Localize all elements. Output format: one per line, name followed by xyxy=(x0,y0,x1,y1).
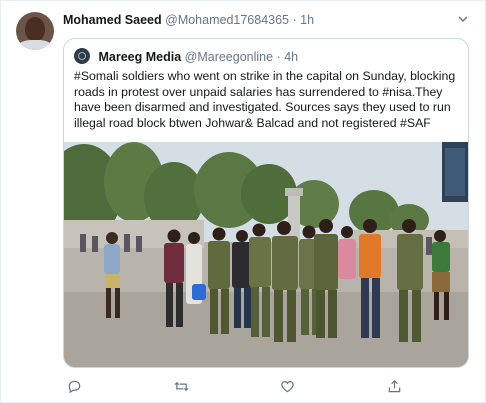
tweet-time[interactable]: 1h xyxy=(300,13,314,27)
avatar-shirt xyxy=(18,40,52,50)
quoted-photo[interactable] xyxy=(64,142,468,367)
quoted-header: Mareeg Media @Mareegonline · 4h xyxy=(74,48,298,64)
quoted-text: #Somali soldiers who went on strike in t… xyxy=(74,69,456,130)
reply-icon[interactable] xyxy=(63,375,85,397)
quoted-time[interactable]: 4h xyxy=(284,50,298,64)
author-avatar[interactable] xyxy=(16,12,54,50)
chevron-down-icon[interactable] xyxy=(456,13,470,27)
author-handle[interactable]: @Mohamed17684365 xyxy=(165,13,289,27)
avatar-face xyxy=(25,17,45,41)
retweet-icon[interactable] xyxy=(170,375,192,397)
tweet-actions xyxy=(63,375,433,397)
tweet-header: Mohamed Saeed @Mohamed17684365 · 1h xyxy=(63,13,314,27)
share-icon[interactable] xyxy=(383,375,405,397)
author-name[interactable]: Mohamed Saeed xyxy=(63,13,162,27)
quoted-separator: · xyxy=(276,50,281,64)
quoted-avatar[interactable] xyxy=(74,48,90,64)
like-icon[interactable] xyxy=(276,375,298,397)
header-separator: · xyxy=(292,13,297,27)
tweet-card[interactable]: Mohamed Saeed @Mohamed17684365 · 1h Mare… xyxy=(0,0,486,403)
quoted-tweet[interactable]: Mareeg Media @Mareegonline · 4h #Somali … xyxy=(63,38,469,368)
quoted-author-handle[interactable]: @Mareegonline xyxy=(185,50,273,64)
quoted-author-name[interactable]: Mareeg Media xyxy=(98,50,181,64)
